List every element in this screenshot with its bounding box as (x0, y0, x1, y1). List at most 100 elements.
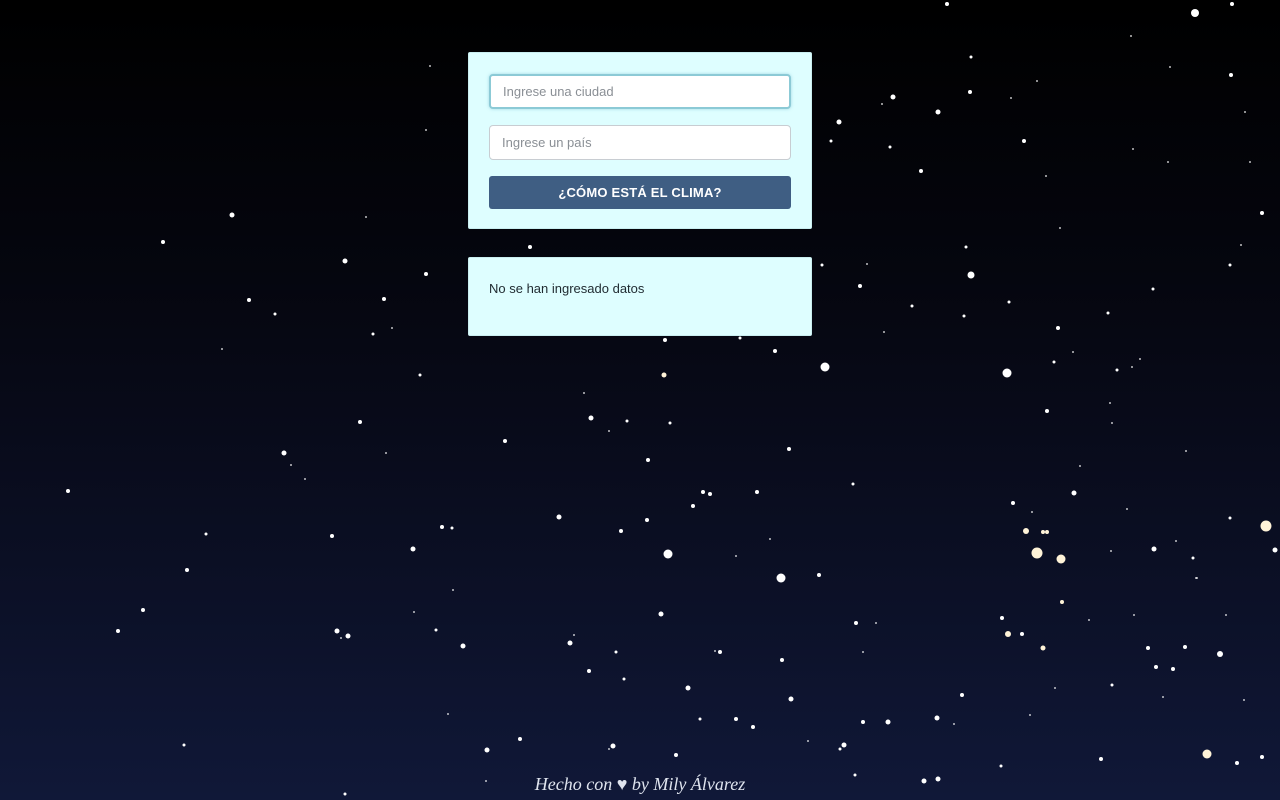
star (1029, 714, 1031, 716)
star (788, 696, 794, 702)
star (883, 331, 885, 333)
star (718, 650, 722, 654)
star (391, 327, 393, 329)
star (340, 637, 342, 639)
star (738, 336, 742, 340)
star (755, 490, 759, 494)
star (1260, 211, 1264, 215)
star (161, 240, 165, 244)
star (290, 464, 292, 466)
star (674, 753, 678, 757)
star (885, 719, 891, 725)
star (450, 526, 454, 530)
star (410, 546, 416, 552)
star (330, 534, 334, 538)
star (1191, 556, 1195, 560)
star (964, 245, 968, 249)
star (734, 717, 738, 721)
star (890, 94, 896, 100)
star (769, 538, 771, 540)
star (1249, 161, 1251, 163)
star (1060, 600, 1064, 604)
star (773, 349, 777, 353)
star (1011, 501, 1015, 505)
star (182, 743, 186, 747)
star (1002, 368, 1012, 378)
star (1272, 547, 1278, 553)
star (1260, 755, 1264, 759)
star (1126, 508, 1128, 510)
star (116, 629, 120, 633)
star (371, 332, 375, 336)
star (583, 392, 585, 394)
star (875, 622, 877, 624)
star (385, 452, 387, 454)
star (447, 713, 449, 715)
star (663, 549, 673, 559)
star (1041, 530, 1045, 534)
star (625, 419, 629, 423)
star (1109, 402, 1111, 404)
star (962, 314, 966, 318)
star (1130, 35, 1132, 37)
star (817, 573, 821, 577)
star (1133, 614, 1135, 616)
star (573, 634, 575, 636)
star (714, 650, 716, 652)
star (1079, 465, 1081, 467)
country-input[interactable] (489, 125, 791, 160)
star (780, 658, 784, 662)
star (751, 725, 755, 729)
star (1191, 9, 1199, 17)
check-weather-button[interactable]: ¿CÓMO ESTÁ EL CLIMA? (489, 176, 791, 209)
star (1040, 645, 1046, 651)
star (1175, 540, 1177, 542)
star (807, 740, 809, 742)
star (1244, 111, 1246, 113)
star (273, 312, 277, 316)
star (646, 458, 650, 462)
star (334, 628, 340, 634)
star (1162, 696, 1164, 698)
star (518, 737, 522, 741)
star (820, 263, 824, 267)
star (668, 421, 672, 425)
star (910, 304, 914, 308)
star (838, 747, 842, 751)
star (1059, 227, 1061, 229)
star (425, 129, 427, 131)
star (1154, 665, 1158, 669)
star (1071, 490, 1077, 496)
star (820, 362, 830, 372)
star (185, 568, 189, 572)
star (862, 651, 864, 653)
star (619, 529, 623, 533)
star (776, 573, 786, 583)
star (967, 271, 975, 279)
star (1052, 360, 1056, 364)
star (382, 297, 386, 301)
star (1169, 66, 1171, 68)
star (587, 669, 591, 673)
star (1115, 368, 1119, 372)
star (854, 621, 858, 625)
star (701, 490, 705, 494)
star (1056, 326, 1060, 330)
star (1007, 300, 1011, 304)
star (1110, 550, 1112, 552)
heart-icon: ♥ (616, 774, 628, 794)
star (658, 611, 664, 617)
star (1196, 577, 1198, 579)
star (1010, 97, 1012, 99)
star (452, 589, 454, 591)
star (247, 298, 251, 302)
star (1005, 631, 1011, 637)
city-input[interactable] (489, 74, 791, 109)
star (281, 450, 287, 456)
star (229, 212, 235, 218)
star (969, 55, 973, 59)
star (1132, 148, 1134, 150)
star (365, 216, 367, 218)
star (567, 640, 573, 646)
star (1020, 632, 1024, 636)
